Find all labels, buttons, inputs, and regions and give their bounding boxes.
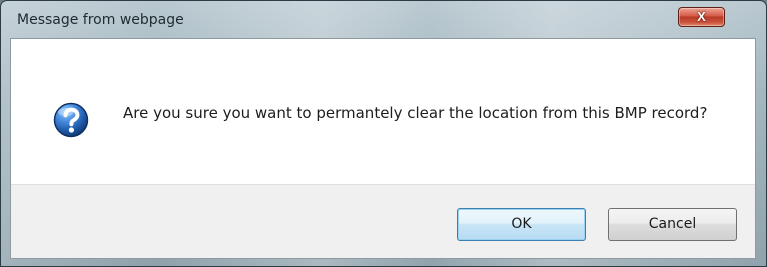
question-icon [53,102,89,138]
dialog-message: Are you sure you want to permantely clea… [123,104,708,122]
ok-button[interactable]: OK [457,208,586,241]
message-dialog-window: Message from webpage X Are you sure you … [0,0,767,267]
close-icon: X [697,9,706,24]
cancel-button[interactable]: Cancel [608,208,737,241]
dialog-client-area: Are you sure you want to permantely clea… [10,38,756,259]
close-button[interactable]: X [678,7,725,27]
dialog-button-bar: OK Cancel [11,184,755,258]
dialog-title: Message from webpage [17,12,184,28]
dialog-title-bar[interactable]: Message from webpage X [1,1,766,36]
message-content-area: Are you sure you want to permantely clea… [11,39,755,184]
